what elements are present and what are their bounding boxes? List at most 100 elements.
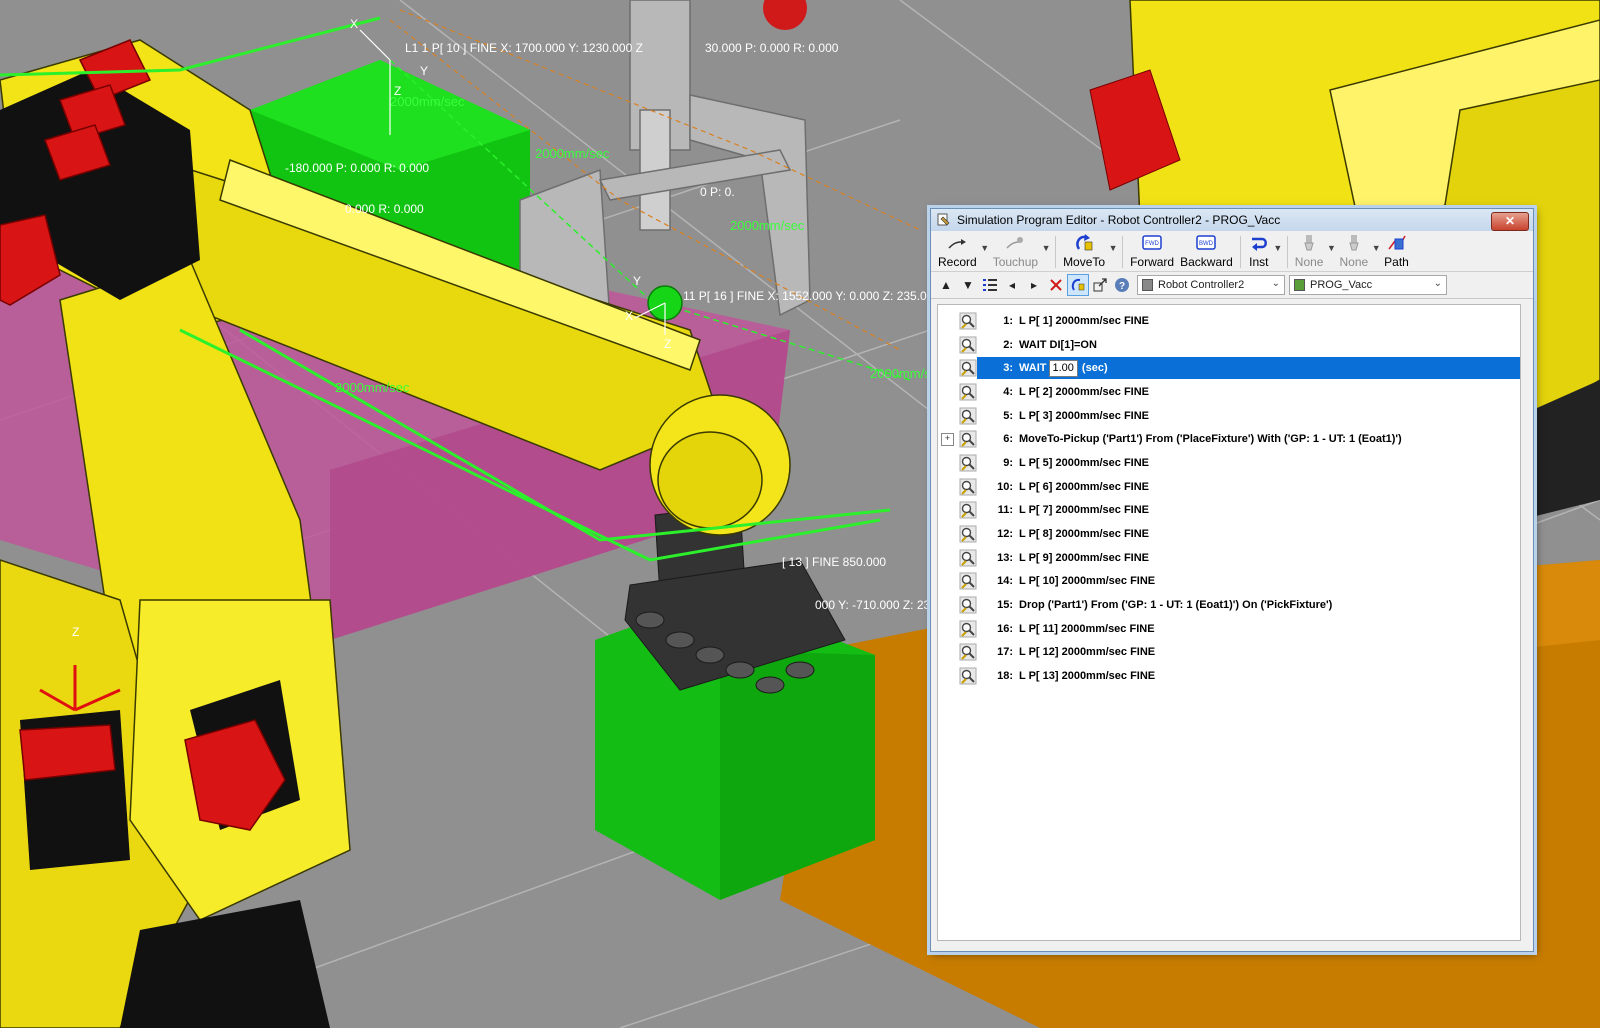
- touchup-magnifier-icon[interactable]: [959, 336, 977, 354]
- moveto-dropdown-caret[interactable]: ▼: [1108, 243, 1118, 271]
- touchup-magnifier-icon[interactable]: [959, 359, 977, 377]
- line-content[interactable]: L P[ 1] 2000mm/sec FINE: [1019, 310, 1520, 332]
- scene-target-label: 11 P[ 16 ] FINE X: 1552.000 Y: 0.000 Z: …: [683, 289, 940, 303]
- move-line-down-button[interactable]: ▼: [957, 274, 979, 296]
- moveto-mode-toggle[interactable]: [1067, 274, 1089, 296]
- touchup-icon: [1006, 237, 1024, 249]
- path-icon: [1387, 235, 1406, 250]
- touchup-magnifier-icon[interactable]: [959, 478, 977, 496]
- program-select[interactable]: PROG_Vacc ⌄: [1289, 275, 1447, 295]
- main-toolbar: Record ▼ Touchup ▼ MoveTo ▼ FWD Forward …: [931, 231, 1533, 272]
- record-dropdown-caret[interactable]: ▼: [980, 243, 990, 271]
- none2-dropdown-caret[interactable]: ▼: [1371, 243, 1381, 271]
- touchup-magnifier-icon[interactable]: [959, 454, 977, 472]
- line-number: 17:: [997, 646, 1013, 659]
- axis-z-label: Z: [72, 625, 79, 639]
- instruction-keyword: WAIT: [1019, 362, 1047, 375]
- program-line-row[interactable]: 15: Drop ('Part1') From ('GP: 1 - UT: 1 (…: [938, 593, 1520, 617]
- none-button-1[interactable]: None: [1292, 233, 1327, 271]
- none-button-2[interactable]: None: [1336, 233, 1371, 271]
- line-number: 3:: [977, 357, 1019, 380]
- program-line-row[interactable]: 18: L P[ 13] 2000mm/sec FINE: [938, 664, 1520, 688]
- robot-tool-icon: [1349, 235, 1359, 251]
- line-content[interactable]: L P[ 11] 2000mm/sec FINE: [1019, 618, 1520, 640]
- backward-button[interactable]: BWD Backward: [1177, 233, 1236, 271]
- program-line-row[interactable]: 4: L P[ 2] 2000mm/sec FINE: [938, 380, 1520, 404]
- window-titlebar[interactable]: Simulation Program Editor - Robot Contro…: [931, 209, 1533, 231]
- line-numbers-button[interactable]: [979, 274, 1001, 296]
- line-content[interactable]: L P[ 6] 2000mm/sec FINE: [1019, 476, 1520, 498]
- program-line-row[interactable]: 11: L P[ 7] 2000mm/sec FINE: [938, 499, 1520, 523]
- close-button[interactable]: ✕: [1491, 212, 1529, 231]
- line-content[interactable]: L P[ 5] 2000mm/sec FINE: [1019, 452, 1520, 474]
- touchup-magnifier-icon[interactable]: [959, 643, 977, 661]
- delete-line-button[interactable]: [1045, 274, 1067, 296]
- program-line-row[interactable]: 16: L P[ 11] 2000mm/sec FINE: [938, 617, 1520, 641]
- line-content[interactable]: MoveTo-Pickup ('Part1') From ('PlaceFixt…: [1019, 428, 1520, 450]
- program-line-row[interactable]: 1: L P[ 1] 2000mm/sec FINE: [938, 309, 1520, 333]
- line-content[interactable]: L P[ 10] 2000mm/sec FINE: [1019, 570, 1520, 592]
- help-icon: ?: [1115, 278, 1129, 292]
- touchup-magnifier-icon[interactable]: [959, 549, 977, 567]
- line-content[interactable]: WAIT 1.00 (sec): [1019, 357, 1520, 380]
- program-line-row[interactable]: 10: L P[ 6] 2000mm/sec FINE: [938, 475, 1520, 499]
- program-line-row[interactable]: +6: MoveTo-Pickup ('Part1') From ('PlaceF…: [938, 427, 1520, 451]
- forward-button[interactable]: FWD Forward: [1127, 233, 1177, 271]
- next-button[interactable]: ▸: [1023, 274, 1045, 296]
- simulation-program-editor-window[interactable]: Simulation Program Editor - Robot Contro…: [930, 208, 1534, 952]
- line-content[interactable]: L P[ 3] 2000mm/sec FINE: [1019, 405, 1520, 427]
- previous-button[interactable]: ◂: [1001, 274, 1023, 296]
- program-icon: [1294, 279, 1305, 291]
- program-line-row[interactable]: 9: L P[ 5] 2000mm/sec FINE: [938, 451, 1520, 475]
- touchup-magnifier-icon[interactable]: [959, 383, 977, 401]
- none1-dropdown-caret[interactable]: ▼: [1326, 243, 1336, 271]
- editor-app-icon: [937, 213, 950, 226]
- controller-select[interactable]: Robot Controller2 ⌄: [1137, 275, 1285, 295]
- touchup-dropdown-caret[interactable]: ▼: [1041, 243, 1051, 271]
- program-line-row[interactable]: 2: WAIT DI[1]=ON: [938, 333, 1520, 357]
- line-content[interactable]: L P[ 8] 2000mm/sec FINE: [1019, 523, 1520, 545]
- chevron-down-icon: ⌄: [1271, 278, 1280, 289]
- move-line-up-button[interactable]: ▲: [935, 274, 957, 296]
- inst-button[interactable]: Inst: [1245, 233, 1273, 271]
- touchup-magnifier-icon[interactable]: [959, 312, 977, 330]
- moveto-small-icon: [1071, 278, 1085, 291]
- program-line-row[interactable]: 14: L P[ 10] 2000mm/sec FINE: [938, 570, 1520, 594]
- export-button[interactable]: [1089, 274, 1111, 296]
- touchup-magnifier-icon[interactable]: [959, 620, 977, 638]
- path-button[interactable]: Path: [1381, 233, 1412, 271]
- line-content[interactable]: L P[ 9] 2000mm/sec FINE: [1019, 547, 1520, 569]
- expand-toggle-icon[interactable]: +: [941, 432, 954, 446]
- program-line-row[interactable]: 5: L P[ 3] 2000mm/sec FINE: [938, 404, 1520, 428]
- program-lines-list[interactable]: 1: L P[ 1] 2000mm/sec FINE 2: WAIT DI[1]=ON…: [937, 304, 1521, 941]
- line-content[interactable]: L P[ 12] 2000mm/sec FINE: [1019, 641, 1520, 663]
- axis-z-label: Z: [394, 84, 401, 98]
- program-line-row[interactable]: 13: L P[ 9] 2000mm/sec FINE: [938, 546, 1520, 570]
- program-line-row[interactable]: 3: WAIT 1.00 (sec): [938, 356, 1520, 380]
- line-content[interactable]: L P[ 7] 2000mm/sec FINE: [1019, 499, 1520, 521]
- touchup-magnifier-icon[interactable]: [959, 596, 977, 614]
- wait-time-input[interactable]: 1.00: [1048, 359, 1078, 377]
- moveto-icon: [1076, 234, 1093, 251]
- touchup-magnifier-icon[interactable]: [959, 501, 977, 519]
- line-content[interactable]: Drop ('Part1') From ('GP: 1 - UT: 1 (Eoa…: [1019, 594, 1520, 616]
- touchup-magnifier-icon[interactable]: [959, 525, 977, 543]
- line-content[interactable]: WAIT DI[1]=ON: [1019, 334, 1520, 356]
- line-content[interactable]: L P[ 13] 2000mm/sec FINE: [1019, 665, 1520, 687]
- program-line-row[interactable]: 12: L P[ 8] 2000mm/sec FINE: [938, 522, 1520, 546]
- touchup-magnifier-icon[interactable]: [959, 667, 977, 685]
- svg-text:?: ?: [1119, 281, 1125, 292]
- scene-speed-label: 2000mm/sec: [730, 218, 805, 233]
- line-content[interactable]: L P[ 2] 2000mm/sec FINE: [1019, 381, 1520, 403]
- help-button[interactable]: ?: [1111, 274, 1133, 296]
- inst-dropdown-caret[interactable]: ▼: [1273, 243, 1283, 271]
- touchup-magnifier-icon[interactable]: [959, 407, 977, 425]
- moveto-button[interactable]: MoveTo: [1060, 233, 1108, 271]
- line-number: 12:: [997, 528, 1013, 541]
- touchup-button[interactable]: Touchup: [990, 233, 1041, 271]
- program-line-row[interactable]: 17: L P[ 12] 2000mm/sec FINE: [938, 641, 1520, 665]
- touchup-magnifier-icon[interactable]: [959, 572, 977, 590]
- record-button[interactable]: Record: [935, 233, 980, 271]
- chevron-left-icon: ◂: [1008, 278, 1016, 292]
- touchup-magnifier-icon[interactable]: [959, 430, 977, 448]
